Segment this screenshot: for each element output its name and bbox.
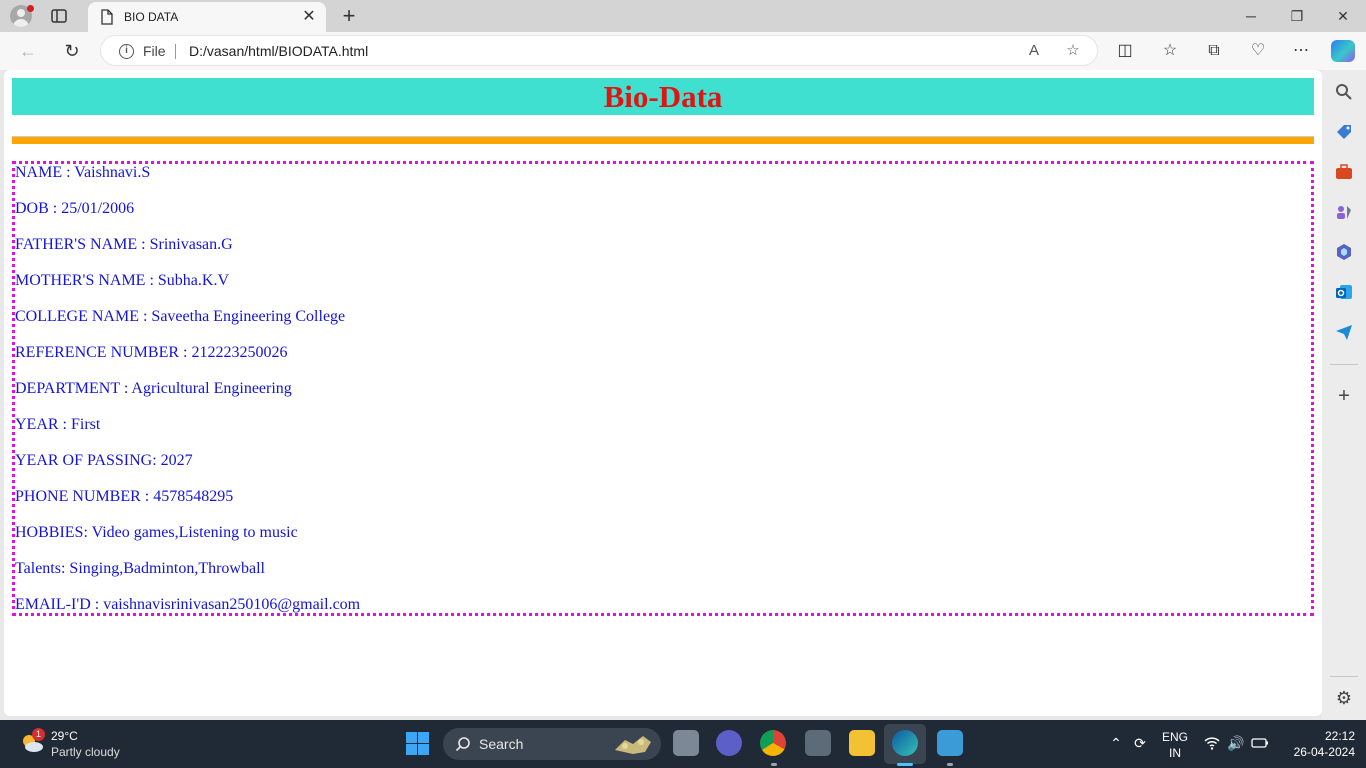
page-document-icon xyxy=(100,9,114,25)
close-window-button[interactable]: ✕ xyxy=(1320,0,1366,32)
new-tab-button[interactable]: + xyxy=(338,5,360,27)
windows-start-icon[interactable] xyxy=(406,732,429,755)
page-heading: Bio-Data xyxy=(12,78,1314,115)
notepad-running-indicator xyxy=(947,763,953,766)
bio-line-talents: Talents: Singing,Badminton,Throwball xyxy=(15,560,265,577)
search-icon[interactable] xyxy=(1334,82,1354,102)
url-scheme-label: File xyxy=(143,43,166,59)
split-screen-icon[interactable]: ◫ xyxy=(1115,41,1135,61)
bio-line-name: NAME : Vaishnavi.S xyxy=(15,164,151,181)
search-highlight-icon xyxy=(611,732,657,756)
sync-icon[interactable]: ⟳ xyxy=(1131,734,1149,752)
bio-line-mother: MOTHER'S NAME : Subha.K.V xyxy=(15,272,229,289)
tab-actions-icon[interactable] xyxy=(50,7,68,25)
chrome-running-indicator xyxy=(771,763,777,766)
minimize-button[interactable]: ─ xyxy=(1228,0,1274,32)
navigation-bar: ← ↻ i File D:/vasan/html/BIODATA.html A … xyxy=(0,32,1366,70)
favorite-star-icon[interactable]: ☆ xyxy=(1064,42,1082,60)
add-sidebar-app-icon[interactable]: + xyxy=(1334,386,1354,406)
copilot-icon[interactable] xyxy=(1331,40,1355,62)
edge-browser-icon[interactable] xyxy=(892,730,918,756)
web-page: Bio-Data NAME : Vaishnavi.S DOB : 25/01/… xyxy=(4,70,1322,716)
bio-line-phone: PHONE NUMBER : 4578548295 xyxy=(15,488,234,505)
orange-divider xyxy=(12,136,1314,144)
url-text[interactable]: D:/vasan/html/BIODATA.html xyxy=(189,43,368,59)
bio-line-year: YEAR : First xyxy=(15,416,101,433)
clock-date[interactable]: 26-04-2024 xyxy=(1280,745,1355,759)
taskbar-search[interactable]: Search xyxy=(443,728,661,760)
notepad-icon[interactable] xyxy=(937,730,963,756)
weather-badge: 1 xyxy=(32,728,45,741)
microsoft-365-icon[interactable] xyxy=(1334,242,1354,262)
bio-line-father: FATHER'S NAME : Srinivasan.G xyxy=(15,236,233,253)
back-button[interactable]: ← xyxy=(17,40,39,62)
weather-description[interactable]: Partly cloudy xyxy=(51,745,120,759)
outlook-icon[interactable] xyxy=(1334,282,1354,302)
camera-app-icon[interactable] xyxy=(805,730,831,756)
clock-time[interactable]: 22:12 xyxy=(1305,729,1355,743)
search-label: Search xyxy=(479,736,524,752)
read-aloud-icon[interactable]: A xyxy=(1025,42,1043,60)
battery-icon[interactable] xyxy=(1251,734,1269,752)
bio-line-department: DEPARTMENT : Agricultural Engineering xyxy=(15,380,292,397)
bio-line-reference: REFERENCE NUMBER : 212223250026 xyxy=(15,344,288,361)
sidebar-settings-icon[interactable]: ⚙ xyxy=(1334,688,1354,708)
games-icon[interactable] xyxy=(1334,202,1354,222)
title-bar: BIO DATA ✕ + ─ ❐ ✕ xyxy=(0,0,1366,32)
wifi-icon[interactable] xyxy=(1203,734,1221,752)
browser-tab[interactable]: BIO DATA ✕ xyxy=(88,2,326,32)
show-hidden-icons-chevron-icon[interactable]: ⌃ xyxy=(1107,734,1125,752)
favorites-icon[interactable]: ☆ xyxy=(1160,41,1180,61)
settings-more-icon[interactable]: ⋯ xyxy=(1291,41,1311,61)
info-icon[interactable]: i xyxy=(119,44,134,59)
tab-close-icon[interactable]: ✕ xyxy=(300,8,318,26)
weather-temperature[interactable]: 29°C xyxy=(51,729,78,743)
bio-line-dob: DOB : 25/01/2006 xyxy=(15,200,135,217)
language-bottom[interactable]: IN xyxy=(1160,746,1190,760)
collections-icon[interactable]: ⧉ xyxy=(1204,41,1224,61)
search-magnifier-icon xyxy=(455,736,471,752)
browser-essentials-icon[interactable]: ♡ xyxy=(1248,41,1268,61)
bio-line-passing: YEAR OF PASSING: 2027 xyxy=(15,452,193,469)
edge-sidebar: + ⚙ xyxy=(1322,70,1366,720)
shopping-tag-icon[interactable] xyxy=(1334,122,1354,142)
language-top[interactable]: ENG xyxy=(1160,730,1190,744)
address-separator xyxy=(175,44,176,59)
address-bar[interactable]: i File D:/vasan/html/BIODATA.html A ☆ xyxy=(100,35,1098,66)
restore-button[interactable]: ❐ xyxy=(1274,0,1320,32)
task-view-icon[interactable] xyxy=(673,730,699,756)
sidebar-separator-bottom xyxy=(1330,676,1358,677)
tools-briefcase-icon[interactable] xyxy=(1334,162,1354,182)
bio-line-hobbies: HOBBIES: Video games,Listening to music xyxy=(15,524,298,541)
edge-running-indicator xyxy=(897,763,913,766)
refresh-button[interactable]: ↻ xyxy=(61,40,83,62)
teams-meet-icon[interactable] xyxy=(716,730,742,756)
bio-line-college: COLLEGE NAME : Saveetha Engineering Coll… xyxy=(15,308,346,325)
file-explorer-icon[interactable] xyxy=(849,730,875,756)
volume-icon[interactable]: 🔊 xyxy=(1227,734,1245,752)
chrome-icon[interactable] xyxy=(760,730,786,756)
tab-title: BIO DATA xyxy=(124,10,179,24)
profile-notification-dot xyxy=(27,5,34,12)
send-drop-icon[interactable] xyxy=(1334,322,1354,342)
sidebar-separator xyxy=(1330,364,1358,365)
bio-data-box: NAME : Vaishnavi.S DOB : 25/01/2006 FATH… xyxy=(12,161,1314,616)
bio-line-email: EMAIL-I'D : vaishnavisrinivasan250106@gm… xyxy=(15,596,361,613)
windows-taskbar: 1 29°C Partly cloudy Search ⌃ ⟳ ENG IN 🔊… xyxy=(0,720,1366,768)
